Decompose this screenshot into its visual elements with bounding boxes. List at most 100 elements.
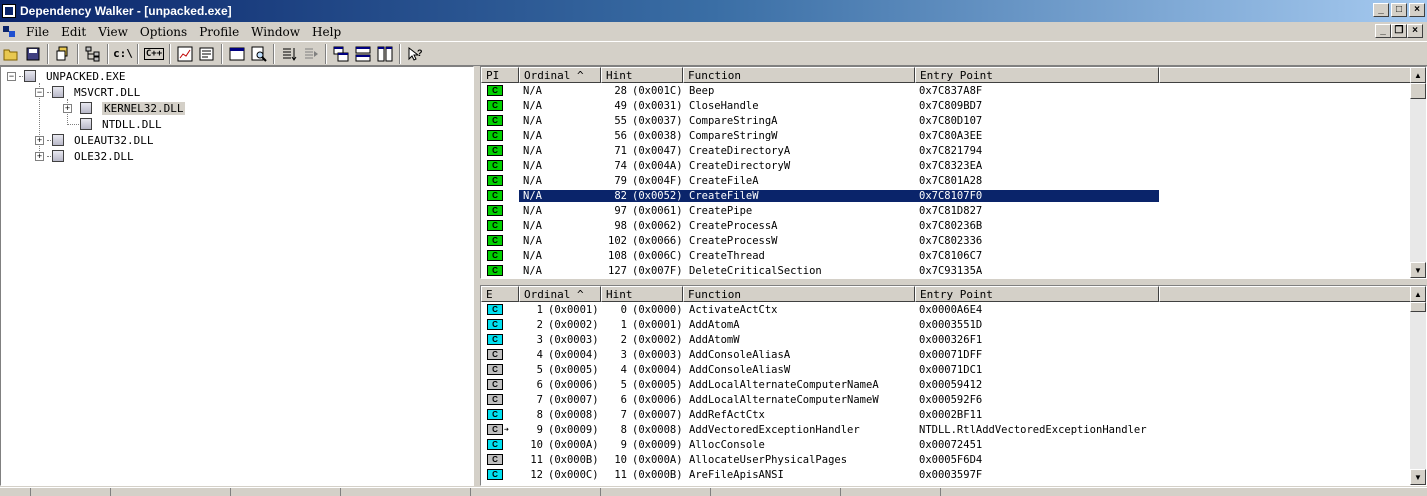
save-button[interactable]	[22, 43, 44, 65]
col-e-header[interactable]: E	[481, 286, 519, 302]
table-row[interactable]: C 7 (0x0007) 6 (0x0006) AddLocalAlternateComp…	[481, 392, 1410, 407]
menu-options[interactable]: Options	[134, 25, 193, 39]
badge-cell: C	[481, 394, 519, 405]
tile-horizontal-button[interactable]	[352, 43, 374, 65]
table-row[interactable]: C ➜ 9 (0x0009) 8 (0x0008) AddVectoredException…	[481, 422, 1410, 437]
document-window-controls: _ ❐ ×	[1375, 24, 1423, 38]
exports-header: E Ordinal ^ Hint Function Entry Point	[481, 286, 1412, 302]
maximize-button[interactable]: □	[1391, 3, 1407, 17]
function-type-icon: C	[487, 250, 503, 261]
col-ordinal-header[interactable]: Ordinal ^	[519, 286, 601, 302]
imports-scrollbar[interactable]: ▲ ▼	[1410, 67, 1426, 278]
collapse-toggle[interactable]: −	[35, 87, 44, 97]
scroll-up-icon[interactable]: ▲	[1410, 286, 1426, 302]
table-row[interactable]: C N/A 108 (0x006C) CreateThread 0x7C8106C7	[481, 248, 1410, 263]
configure-button[interactable]	[196, 43, 218, 65]
open-button[interactable]	[0, 43, 22, 65]
module-tree[interactable]: − UNPACKED.EXE − MSVCRT.DLL + KERNEL32.D…	[0, 66, 474, 486]
copy-button[interactable]	[52, 43, 74, 65]
table-row[interactable]: C N/A 98 (0x0062) CreateProcessA 0x7C80236B	[481, 218, 1410, 233]
table-row[interactable]: C N/A 79 (0x004F) CreateFileA 0x7C801A28	[481, 173, 1410, 188]
scroll-down-icon[interactable]: ▼	[1410, 262, 1426, 278]
table-row[interactable]: C 8 (0x0008) 7 (0x0007) AddRefActCtx 0x0002BF1…	[481, 407, 1410, 422]
ordinal-hex: (0x0008)	[548, 408, 599, 421]
doc-restore-button[interactable]: ❐	[1391, 24, 1407, 38]
doc-close-button[interactable]: ×	[1407, 24, 1423, 38]
table-row[interactable]: C N/A 28 (0x001C) Beep 0x7C837A8F	[481, 83, 1410, 98]
menu-edit[interactable]: Edit	[55, 25, 92, 39]
table-row[interactable]: C N/A 97 (0x0061) CreatePipe 0x7C81D827	[481, 203, 1410, 218]
expand-toggle[interactable]: +	[35, 135, 44, 145]
table-row[interactable]: C 2 (0x0002) 1 (0x0001) AddAtomA 0x0003551D	[481, 317, 1410, 332]
table-row[interactable]: C 10 (0x000A) 9 (0x0009) AllocConsole 0x000724…	[481, 437, 1410, 452]
table-row[interactable]: C N/A 102 (0x0066) CreateProcessW 0x7C802336	[481, 233, 1410, 248]
col-entry-point-header[interactable]: Entry Point	[915, 286, 1159, 302]
next-button[interactable]	[300, 43, 322, 65]
exports-list[interactable]: E Ordinal ^ Hint Function Entry Point C 1…	[480, 285, 1427, 486]
tree-node-oleaut32[interactable]: + OLEAUT32.DLL	[35, 132, 153, 148]
imports-list[interactable]: PI Ordinal ^ Hint Function Entry Point C…	[480, 66, 1427, 279]
minimize-button[interactable]: _	[1373, 3, 1389, 17]
col-ordinal-header[interactable]: Ordinal ^	[519, 67, 601, 83]
table-row[interactable]: C N/A 55 (0x0037) CompareStringA 0x7C80D107	[481, 113, 1410, 128]
hint-cell: 28 (0x001C)	[601, 85, 683, 97]
sort-button[interactable]	[278, 43, 300, 65]
doc-minimize-button[interactable]: _	[1375, 24, 1391, 38]
function-name: AddAtomA	[689, 318, 740, 331]
table-row[interactable]: C 1 (0x0001) 0 (0x0000) ActivateActCtx 0x0000A…	[481, 302, 1410, 317]
full-paths-button[interactable]: c:\	[112, 43, 134, 65]
menu-help[interactable]: Help	[306, 25, 347, 39]
table-row[interactable]: C N/A 82 (0x0052) CreateFileW 0x7C8107F0	[481, 188, 1410, 203]
menu-profile[interactable]: Profile	[193, 25, 245, 39]
hint-cell: 82 (0x0052)	[601, 189, 683, 202]
col-entry-point-header[interactable]: Entry Point	[915, 67, 1159, 83]
floppy-icon	[26, 47, 40, 60]
table-row[interactable]: C N/A 71 (0x0047) CreateDirectoryA 0x7C821794	[481, 143, 1410, 158]
col-pi-header[interactable]: PI	[481, 67, 519, 83]
tree-node-msvcrt[interactable]: − MSVCRT.DLL	[35, 84, 140, 100]
col-hint-header[interactable]: Hint	[601, 286, 683, 302]
collapse-toggle[interactable]: −	[7, 71, 16, 81]
col-hint-header[interactable]: Hint	[601, 67, 683, 83]
table-row[interactable]: C N/A 127 (0x007F) DeleteCriticalSection 0x7C…	[481, 263, 1410, 278]
scroll-up-icon[interactable]: ▲	[1410, 67, 1426, 83]
table-row[interactable]: C 3 (0x0003) 2 (0x0002) AddAtomW 0x000326F1	[481, 332, 1410, 347]
col-function-header[interactable]: Function	[683, 286, 915, 302]
menu-file[interactable]: File	[20, 25, 55, 39]
find-button[interactable]	[248, 43, 270, 65]
scroll-down-icon[interactable]: ▼	[1410, 469, 1426, 485]
table-row[interactable]: C N/A 74 (0x004A) CreateDirectoryW 0x7C8323EA	[481, 158, 1410, 173]
tree-node-ole32[interactable]: + OLE32.DLL	[35, 148, 134, 164]
table-row[interactable]: C N/A 56 (0x0038) CompareStringW 0x7C80A3EE	[481, 128, 1410, 143]
table-row[interactable]: C 11 (0x000B) 10 (0x000A) AllocateUserPhysica…	[481, 452, 1410, 467]
table-row[interactable]: C 12 (0x000C) 11 (0x000B) AreFileApisANSI 0x00…	[481, 467, 1410, 482]
cascade-button[interactable]	[330, 43, 352, 65]
col-function-header[interactable]: Function	[683, 67, 915, 83]
hint-value: 8	[620, 423, 627, 436]
expand-toggle[interactable]: +	[63, 103, 72, 113]
autoexpand-button[interactable]	[174, 43, 196, 65]
expand-all-button[interactable]	[82, 43, 104, 65]
exports-scrollbar[interactable]: ▲ ▼	[1410, 286, 1426, 485]
undecorate-cpp-button[interactable]: C++	[142, 43, 166, 65]
tree-node-root[interactable]: − UNPACKED.EXE	[7, 68, 125, 84]
view-module-button[interactable]	[226, 43, 248, 65]
context-help-button[interactable]: ?	[404, 43, 426, 65]
entry-point: 0x0000A6E4	[919, 303, 983, 316]
tree-node-ntdll[interactable]: NTDLL.DLL	[80, 116, 162, 132]
tile-vertical-button[interactable]	[374, 43, 396, 65]
tree-node-kernel32[interactable]: + KERNEL32.DLL	[63, 100, 186, 116]
document-window-icon[interactable]	[2, 24, 18, 40]
scroll-thumb[interactable]	[1410, 83, 1426, 99]
function-name: CloseHandle	[689, 99, 759, 112]
scroll-thumb[interactable]	[1410, 302, 1426, 312]
table-row[interactable]: C N/A 49 (0x0031) CloseHandle 0x7C809BD7	[481, 98, 1410, 113]
table-row[interactable]: C 4 (0x0004) 3 (0x0003) AddConsoleAliasA 0x000…	[481, 347, 1410, 362]
menu-window[interactable]: Window	[245, 25, 306, 39]
close-button[interactable]: ×	[1409, 3, 1425, 17]
table-row[interactable]: C 5 (0x0005) 4 (0x0004) AddConsoleAliasW 0x000…	[481, 362, 1410, 377]
menu-view[interactable]: View	[92, 25, 134, 39]
table-row[interactable]: C 6 (0x0006) 5 (0x0005) AddLocalAlternateComp…	[481, 377, 1410, 392]
module-icon	[52, 150, 64, 162]
expand-toggle[interactable]: +	[35, 151, 44, 161]
